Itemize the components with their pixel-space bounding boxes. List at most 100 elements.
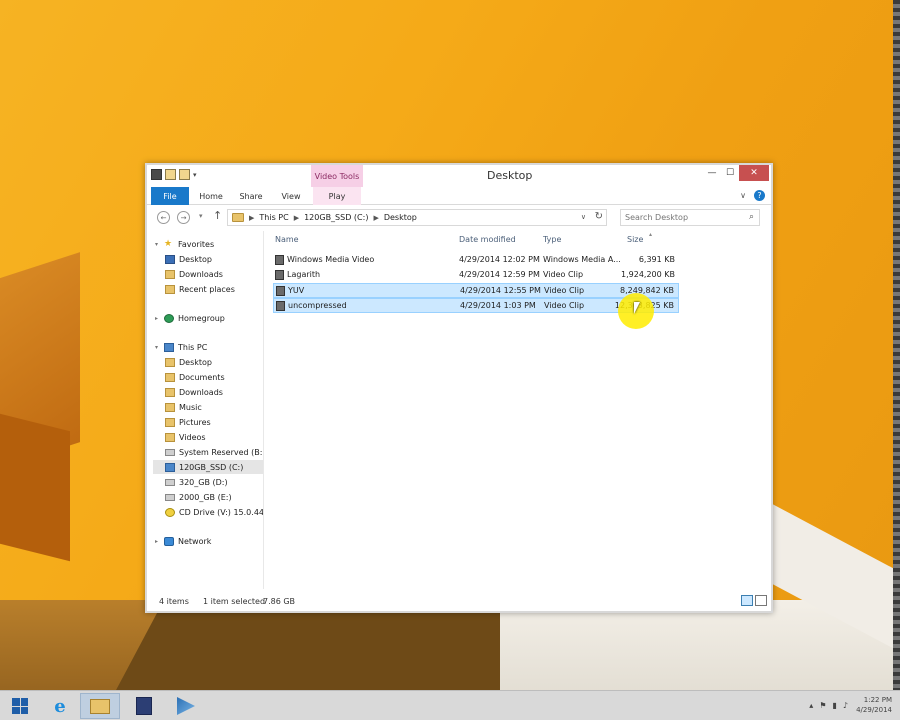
explorer-window: ▾ Video Tools Desktop — ☐ ✕ File Home Sh… <box>145 163 773 613</box>
breadcrumb-separator-icon[interactable]: ▶ <box>294 214 299 222</box>
nav-pc-drive-d[interactable]: 320_GB (D:) <box>165 475 263 489</box>
internet-explorer-icon: e <box>54 695 66 717</box>
flag-icon[interactable]: ⚑ <box>819 701 826 710</box>
help-icon[interactable]: ? <box>754 190 765 201</box>
recent-locations-dropdown[interactable]: ▾ <box>199 212 203 220</box>
nav-fav-recent[interactable]: Recent places <box>165 282 263 296</box>
table-row[interactable]: YUV 4/29/2014 12:55 PM Video Clip 8,249,… <box>273 283 679 298</box>
status-bar: 4 items 1 item selected 7.86 GB <box>147 591 771 611</box>
nav-fav-desktop[interactable]: Desktop <box>165 252 263 266</box>
breadcrumb-desktop[interactable]: Desktop <box>384 213 417 222</box>
nav-label: 2000_GB (E:) <box>179 492 232 502</box>
breadcrumb-separator-icon[interactable]: ▶ <box>373 214 378 222</box>
volume-icon[interactable]: ♪ <box>843 701 848 710</box>
nav-favorites[interactable]: ▾ ★ Favorites <box>147 237 263 251</box>
drive-icon <box>165 448 175 456</box>
new-folder-icon[interactable] <box>165 169 176 180</box>
nav-pc-documents[interactable]: Documents <box>165 370 263 384</box>
pictures-icon <box>165 417 175 427</box>
file-date: 4/29/2014 12:02 PM <box>459 255 540 264</box>
breadcrumb-separator-icon[interactable]: ▶ <box>249 214 254 222</box>
cd-drive-icon <box>165 507 175 517</box>
address-bar[interactable]: ▶ This PC ▶ 120GB_SSD (C:) ▶ Desktop ∨ ↻ <box>227 209 607 226</box>
search-input[interactable] <box>625 213 743 222</box>
network-tray-icon[interactable]: ▮ <box>832 701 836 710</box>
nav-label: CD Drive (V:) 15.0.44 <box>179 507 263 517</box>
nav-pc-drive-c[interactable]: 120GB_SSD (C:) <box>153 460 263 474</box>
column-size[interactable]: Size <box>627 235 643 244</box>
column-name[interactable]: Name <box>275 235 299 244</box>
nav-fav-downloads[interactable]: Downloads <box>165 267 263 281</box>
nav-network[interactable]: ▸ Network <box>147 534 263 548</box>
homegroup-icon <box>164 313 174 323</box>
properties-icon[interactable] <box>151 169 162 180</box>
title-bar[interactable]: ▾ Video Tools Desktop — ☐ ✕ <box>147 165 771 187</box>
details-view-button[interactable] <box>741 595 753 606</box>
file-date: 4/29/2014 12:55 PM <box>460 286 541 295</box>
clock[interactable]: 1:22 PM 4/29/2014 <box>856 695 892 715</box>
pane-divider[interactable] <box>263 231 264 589</box>
file-type: Video Clip <box>544 301 585 310</box>
table-row[interactable]: Windows Media Video 4/29/2014 12:02 PM W… <box>273 253 679 268</box>
expand-icon[interactable]: ▾ <box>155 241 164 248</box>
folder-icon[interactable] <box>179 169 190 180</box>
file-name: Windows Media Video <box>287 255 375 264</box>
folder-icon <box>165 357 175 367</box>
table-row[interactable]: Lagarith 4/29/2014 12:59 PM Video Clip 1… <box>273 268 679 283</box>
close-button[interactable]: ✕ <box>739 165 769 181</box>
file-size: 6,391 KB <box>638 255 675 264</box>
nav-pc-pictures[interactable]: Pictures <box>165 415 263 429</box>
ribbon-right: ∨ ? <box>740 190 765 201</box>
nav-this-pc[interactable]: ▾ This PC <box>147 340 263 354</box>
nav-pc-videos[interactable]: Videos <box>165 430 263 444</box>
search-box[interactable]: ⌕ <box>620 209 760 226</box>
start-button[interactable] <box>0 693 40 719</box>
tab-home[interactable]: Home <box>193 187 229 205</box>
chevron-up-icon[interactable]: ▴ <box>809 701 813 710</box>
up-button[interactable]: ↑ <box>213 209 222 222</box>
nav-pc-cd-drive[interactable]: CD Drive (V:) 15.0.44 <box>165 505 263 519</box>
expand-icon[interactable]: ▾ <box>155 344 164 351</box>
breadcrumb-this-pc[interactable]: This PC <box>259 213 288 222</box>
nav-pc-drive-e[interactable]: 2000_GB (E:) <box>165 490 263 504</box>
nav-pc-desktop[interactable]: Desktop <box>165 355 263 369</box>
tab-file[interactable]: File <box>151 187 189 205</box>
expand-icon[interactable]: ▸ <box>155 315 164 322</box>
column-date-modified[interactable]: Date modified <box>459 235 516 244</box>
nav-pc-music[interactable]: Music <box>165 400 263 414</box>
tab-view[interactable]: View <box>273 187 309 205</box>
nav-homegroup[interactable]: ▸ Homegroup <box>147 311 263 325</box>
taskbar-internet-explorer[interactable]: e <box>40 693 80 719</box>
taskbar-media-app[interactable] <box>166 693 206 719</box>
breadcrumb-drive-c[interactable]: 120GB_SSD (C:) <box>304 213 368 222</box>
search-icon[interactable]: ⌕ <box>749 212 754 222</box>
navigation-pane: ▾ ★ Favorites Desktop Downloads Recent p… <box>147 231 263 589</box>
wallpaper-shape <box>0 408 70 562</box>
tab-share[interactable]: Share <box>233 187 269 205</box>
mouse-cursor-icon <box>634 302 640 314</box>
nav-pc-downloads[interactable]: Downloads <box>165 385 263 399</box>
file-name: YUV <box>288 286 305 295</box>
clock-date: 4/29/2014 <box>856 706 892 714</box>
context-tab-video-tools: Video Tools <box>311 165 363 187</box>
taskbar-file-explorer[interactable] <box>80 693 120 719</box>
chevron-down-icon[interactable]: ∨ <box>740 191 746 200</box>
large-icons-view-button[interactable] <box>755 595 767 606</box>
tab-play[interactable]: Play <box>313 187 361 205</box>
minimize-button[interactable]: — <box>703 165 721 181</box>
back-button[interactable]: ← <box>157 211 170 224</box>
file-size: 1,924,200 KB <box>621 270 675 279</box>
video-file-icon <box>276 301 285 311</box>
chevron-down-icon[interactable]: ∨ <box>581 213 586 221</box>
recent-places-icon <box>165 284 175 294</box>
refresh-icon[interactable]: ↻ <box>595 211 603 222</box>
maximize-button[interactable]: ☐ <box>721 165 739 181</box>
forward-button[interactable]: → <box>177 211 190 224</box>
expand-icon[interactable]: ▸ <box>155 538 164 545</box>
nav-pc-system-reserved[interactable]: System Reserved (B: <box>165 445 263 459</box>
music-icon <box>165 402 175 412</box>
chevron-down-icon[interactable]: ▾ <box>193 171 197 179</box>
taskbar-app-floppy[interactable] <box>124 693 164 719</box>
taskbar: e ▴ ⚑ ▮ ♪ 1:22 PM 4/29/2014 <box>0 690 900 720</box>
column-type[interactable]: Type <box>543 235 561 244</box>
